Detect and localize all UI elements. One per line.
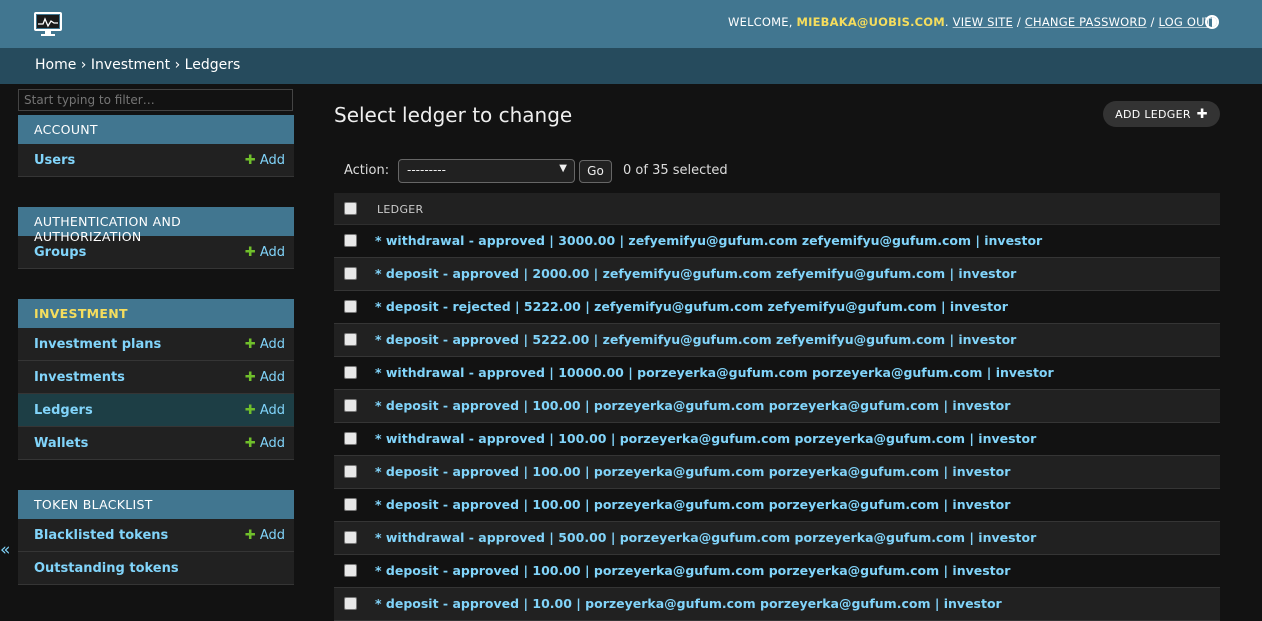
plus-icon: ✚	[244, 153, 256, 168]
add-group-link[interactable]: ✚ Add	[245, 245, 285, 260]
collapse-sidebar-icon[interactable]: «	[0, 540, 10, 560]
sidebar-item-ledgers[interactable]: Ledgers ✚ Add	[18, 394, 294, 427]
add-user-link[interactable]: ✚ Add	[245, 153, 285, 168]
plus-icon: ✚	[244, 528, 256, 543]
plus-icon: ✚	[244, 403, 256, 418]
module-investment: INVESTMENT Investment plans ✚ Add Investm…	[18, 299, 294, 460]
sidebar-item-users[interactable]: Users ✚ Add	[18, 144, 294, 177]
module-caption-token-blacklist[interactable]: TOKEN BLACKLIST	[18, 490, 294, 519]
change-password-link[interactable]: CHANGE PASSWORD	[1025, 15, 1147, 29]
sidebar-item-wallets[interactable]: Wallets ✚ Add	[18, 427, 294, 460]
site-logo-icon[interactable]	[34, 12, 62, 38]
main-content: Select ledger to change ADD LEDGER ✚ Acti…	[334, 84, 1220, 621]
breadcrumb: Home › Investment › Ledgers	[0, 48, 1262, 84]
breadcrumb-home[interactable]: Home	[35, 57, 76, 73]
breadcrumb-investment[interactable]: Investment	[91, 57, 170, 73]
username: MIEBAKA@UOBIS.COM	[796, 15, 945, 29]
sidebar-item-blacklisted-tokens[interactable]: Blacklisted tokens ✚ Add	[18, 519, 294, 552]
ledger-link[interactable]: * deposit - approved | 2000.00 | zefyemi…	[375, 266, 1016, 281]
plus-icon: ✚	[244, 370, 256, 385]
ledger-link[interactable]: * deposit - approved | 100.00 | porzeyer…	[375, 497, 1010, 512]
table-row: * deposit - approved | 10.00 | porzeyerk…	[334, 588, 1220, 621]
add-blacklisted-token-link[interactable]: ✚ Add	[245, 528, 285, 543]
row-checkbox[interactable]	[344, 300, 357, 313]
row-checkbox[interactable]	[344, 432, 357, 445]
sidebar-item-groups[interactable]: Groups ✚ Add	[18, 236, 294, 269]
nav-sidebar: ACCOUNT Users ✚Add AUTHENTICATION AND AU…	[18, 84, 294, 614]
selected-count: 0 of 35 selected	[623, 163, 728, 178]
sidebar-item-investments[interactable]: Investments ✚ Add	[18, 361, 294, 394]
module-token-blacklist: TOKEN BLACKLIST Blacklisted tokens ✚ Add …	[18, 490, 294, 585]
plus-icon: ✚	[1196, 107, 1208, 122]
table-row: * withdrawal - approved | 3000.00 | zefy…	[334, 225, 1220, 258]
result-table: LEDGER * withdrawal - approved | 3000.00…	[334, 193, 1220, 621]
theme-toggle-icon[interactable]	[1205, 15, 1219, 29]
plus-icon: ✚	[244, 337, 256, 352]
add-ledger-button[interactable]: ADD LEDGER ✚	[1103, 101, 1220, 127]
ledger-link[interactable]: * deposit - rejected | 5222.00 | zefyemi…	[375, 299, 1008, 314]
row-checkbox[interactable]	[344, 564, 357, 577]
view-site-link[interactable]: VIEW SITE	[953, 15, 1013, 29]
sidebar-item-investment-plans[interactable]: Investment plans ✚ Add	[18, 328, 294, 361]
ledger-link[interactable]: * deposit - approved | 100.00 | porzeyer…	[375, 464, 1010, 479]
row-checkbox[interactable]	[344, 333, 357, 346]
breadcrumb-separator: ›	[80, 57, 87, 73]
module-caption-auth[interactable]: AUTHENTICATION AND AUTHORIZATION	[18, 207, 294, 244]
ledger-link[interactable]: * deposit - approved | 100.00 | porzeyer…	[375, 563, 1010, 578]
table-row: * deposit - approved | 100.00 | porzeyer…	[334, 489, 1220, 522]
table-row: * deposit - approved | 100.00 | porzeyer…	[334, 390, 1220, 423]
ledger-link[interactable]: * withdrawal - approved | 10000.00 | por…	[375, 365, 1054, 380]
module-caption-investment[interactable]: INVESTMENT	[18, 299, 294, 328]
go-button[interactable]: Go	[579, 160, 612, 183]
user-tools: WELCOME, MIEBAKA@UOBIS.COM. VIEW SITE / …	[728, 15, 1212, 29]
column-header-ledger[interactable]: LEDGER	[377, 203, 423, 216]
table-row: * withdrawal - approved | 10000.00 | por…	[334, 357, 1220, 390]
ledger-link[interactable]: * withdrawal - approved | 3000.00 | zefy…	[375, 233, 1042, 248]
welcome-text: WELCOME,	[728, 15, 793, 29]
select-all-checkbox[interactable]	[344, 202, 357, 215]
ledger-link[interactable]: * withdrawal - approved | 100.00 | porze…	[375, 431, 1036, 446]
table-body: * withdrawal - approved | 3000.00 | zefy…	[334, 225, 1220, 621]
module-auth: AUTHENTICATION AND AUTHORIZATION Groups …	[18, 207, 294, 269]
table-row: * deposit - approved | 2000.00 | zefyemi…	[334, 258, 1220, 291]
page-title: Select ledger to change	[334, 103, 573, 127]
log-out-link[interactable]: LOG OUT	[1158, 15, 1212, 29]
ledger-link[interactable]: * deposit - approved | 10.00 | porzeyerk…	[375, 596, 1002, 611]
plus-icon: ✚	[244, 245, 256, 260]
row-checkbox[interactable]	[344, 234, 357, 247]
ledger-link[interactable]: * deposit - approved | 5222.00 | zefyemi…	[375, 332, 1016, 347]
ledger-link[interactable]: * withdrawal - approved | 500.00 | porze…	[375, 530, 1036, 545]
add-investment-plan-link[interactable]: ✚ Add	[245, 337, 285, 352]
table-row: * withdrawal - approved | 100.00 | porze…	[334, 423, 1220, 456]
row-checkbox[interactable]	[344, 267, 357, 280]
row-checkbox[interactable]	[344, 366, 357, 379]
nav-filter-input[interactable]	[18, 89, 293, 111]
add-wallet-link[interactable]: ✚ Add	[245, 436, 285, 451]
add-ledger-link[interactable]: ✚ Add	[245, 403, 285, 418]
module-caption-account[interactable]: ACCOUNT	[18, 115, 294, 144]
add-investment-link[interactable]: ✚ Add	[245, 370, 285, 385]
sidebar-item-outstanding-tokens[interactable]: Outstanding tokens	[18, 552, 294, 585]
row-checkbox[interactable]	[344, 531, 357, 544]
row-checkbox[interactable]	[344, 399, 357, 412]
site-header: WELCOME, MIEBAKA@UOBIS.COM. VIEW SITE / …	[0, 0, 1262, 48]
table-header: LEDGER	[334, 193, 1220, 225]
row-checkbox[interactable]	[344, 465, 357, 478]
breadcrumb-current: Ledgers	[184, 57, 241, 73]
chevron-down-icon: ▼	[559, 163, 567, 174]
row-checkbox[interactable]	[344, 498, 357, 511]
action-select[interactable]: --------- ▼	[398, 159, 575, 183]
table-row: * withdrawal - approved | 500.00 | porze…	[334, 522, 1220, 555]
row-checkbox[interactable]	[344, 597, 357, 610]
module-account: ACCOUNT Users ✚ Add	[18, 115, 294, 177]
actions-bar: Action: --------- ▼ Go 0 of 35 selected	[334, 159, 1220, 183]
table-row: * deposit - rejected | 5222.00 | zefyemi…	[334, 291, 1220, 324]
breadcrumb-separator: ›	[174, 57, 181, 73]
table-row: * deposit - approved | 100.00 | porzeyer…	[334, 456, 1220, 489]
table-row: * deposit - approved | 100.00 | porzeyer…	[334, 555, 1220, 588]
table-row: * deposit - approved | 5222.00 | zefyemi…	[334, 324, 1220, 357]
ledger-link[interactable]: * deposit - approved | 100.00 | porzeyer…	[375, 398, 1010, 413]
action-label: Action:	[344, 163, 390, 178]
plus-icon: ✚	[244, 436, 256, 451]
